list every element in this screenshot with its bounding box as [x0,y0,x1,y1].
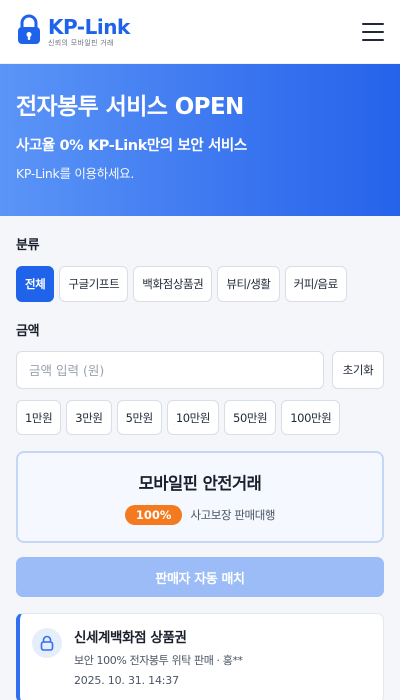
listing-date: 2025. 10. 31. 14:37 [74,674,179,687]
category-chip-department-store[interactable]: 백화점상품권 [133,266,213,302]
category-chip-beauty[interactable]: 뷰티/생활 [217,266,280,302]
category-label: 분류 [16,238,40,253]
hero-subtitle-secondary: KP-Link를 이용하세요. [16,165,135,181]
amount-chip-500k[interactable]: 50만원 [224,400,277,435]
hero-banner: 전자봉투 서비스 OPEN 사고율 0% KP-Link만의 보안 서비스 KP… [0,64,400,216]
lock-icon [16,14,42,50]
brand-tagline: 신뢰의 모바일핀 거래 [48,38,114,47]
amount-input-row: 초기화 [16,351,384,389]
amount-label: 금액 [16,324,40,339]
category-chip-google-gift[interactable]: 구글기프트 [59,266,129,302]
brand-logo[interactable]: KP-Link 신뢰의 모바일핀 거래 [16,14,130,50]
safe-trade-panel: 모바일핀 안전거래 100% 사고보장 판매대행 [16,451,384,543]
amount-chip-1m[interactable]: 100만원 [281,400,341,435]
hamburger-menu-icon[interactable] [362,22,384,41]
amount-chip-30k[interactable]: 3만원 [66,400,112,435]
safe-trade-info: 100% 사고보장 판매대행 [124,504,276,525]
amount-chip-10k[interactable]: 1만원 [16,400,62,435]
listing-card[interactable]: 신세계백화점 상품권 보안 100% 전자봉투 위탁 판매 · 홍** 2025… [16,613,384,700]
hero-subtitle: 사고율 0% KP-Link만의 보안 서비스 [16,137,247,154]
amount-chip-50k[interactable]: 5만원 [116,400,162,435]
auto-match-button[interactable]: 판매자 자동 매치 [16,557,384,597]
main-content: 분류 전체 구글기프트 백화점상품권 뷰티/생활 커피/음료 금액 초기화 1만… [0,234,400,700]
category-chip-all[interactable]: 전체 [16,266,55,302]
brand-name: KP-Link [48,14,130,39]
category-chip-coffee[interactable]: 커피/음료 [284,266,347,302]
amount-input[interactable] [16,351,324,389]
safe-trade-note: 사고보장 판매대행 [190,507,276,522]
app-header: KP-Link 신뢰의 모바일핀 거래 [0,0,400,64]
amount-chip-100k[interactable]: 10만원 [166,400,220,435]
lock-icon [32,628,62,658]
safe-trade-title: 모바일핀 안전거래 [138,473,262,493]
guarantee-badge: 100% [124,504,183,525]
listing-description: 보안 100% 전자봉투 위탁 판매 · 홍** [74,654,243,667]
listing-title: 신세계백화점 상품권 [74,630,187,646]
quick-amount-chips: 1만원 3만원 5만원 10만원 50만원 100만원 [16,400,384,435]
category-chips: 전체 구글기프트 백화점상품권 뷰티/생활 커피/음료 [16,266,384,302]
hero-title: 전자봉투 서비스 OPEN [16,94,244,120]
reset-button[interactable]: 초기화 [332,351,384,389]
